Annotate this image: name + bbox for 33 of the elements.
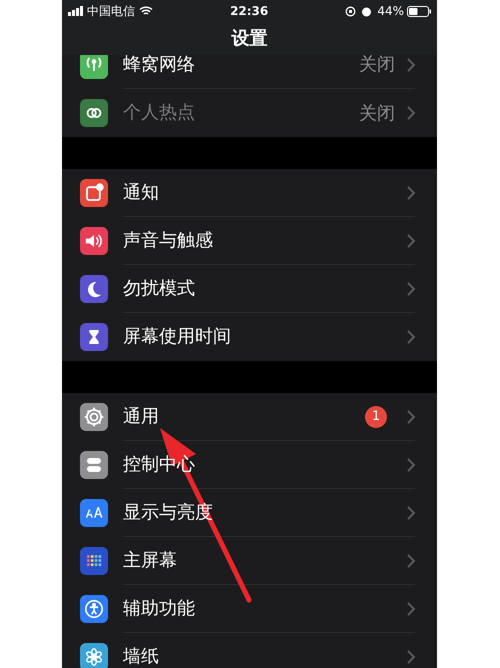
setting-label[interactable]: 勿扰模式 xyxy=(123,280,195,298)
setting-label[interactable]: 通用 xyxy=(123,408,159,426)
chevron-icon xyxy=(407,458,415,472)
setting-label[interactable]: 墙纸 xyxy=(123,648,159,666)
setting-label[interactable]: 辅助功能 xyxy=(123,600,195,618)
chevron-icon xyxy=(407,602,415,616)
battery-icon xyxy=(407,6,431,16)
setting-label[interactable]: 主屏幕 xyxy=(123,552,177,570)
chevron-icon xyxy=(407,282,415,296)
setting-value: 关闭 xyxy=(359,53,395,77)
alarm-icon xyxy=(361,6,372,16)
chevron-icon xyxy=(407,506,415,520)
chevron-icon xyxy=(407,58,415,72)
notification-badge: 1 xyxy=(365,406,387,428)
chevron-icon xyxy=(407,106,415,120)
setting-label[interactable]: 通知 xyxy=(123,184,159,202)
battery-percent: 44% xyxy=(377,3,404,20)
chevron-icon xyxy=(407,554,415,568)
page-title: 设置 xyxy=(232,27,268,51)
rotation-lock-icon xyxy=(345,6,356,16)
chevron-icon xyxy=(407,234,415,248)
setting-label[interactable]: 屏幕使用时间 xyxy=(123,328,231,346)
chevron-icon xyxy=(407,410,415,424)
chevron-icon xyxy=(407,186,415,200)
setting-value: 关闭 xyxy=(359,102,395,126)
setting-label[interactable]: 蜂窝网络 xyxy=(123,56,195,74)
chevron-icon xyxy=(407,330,415,344)
carrier-name: 中国电信 xyxy=(87,3,135,20)
wifi-icon xyxy=(139,6,153,16)
chevron-icon xyxy=(407,650,415,664)
clock-time: 22:36 xyxy=(230,3,268,20)
signal-icon xyxy=(68,6,84,16)
setting-label[interactable]: 声音与触感 xyxy=(123,232,213,250)
